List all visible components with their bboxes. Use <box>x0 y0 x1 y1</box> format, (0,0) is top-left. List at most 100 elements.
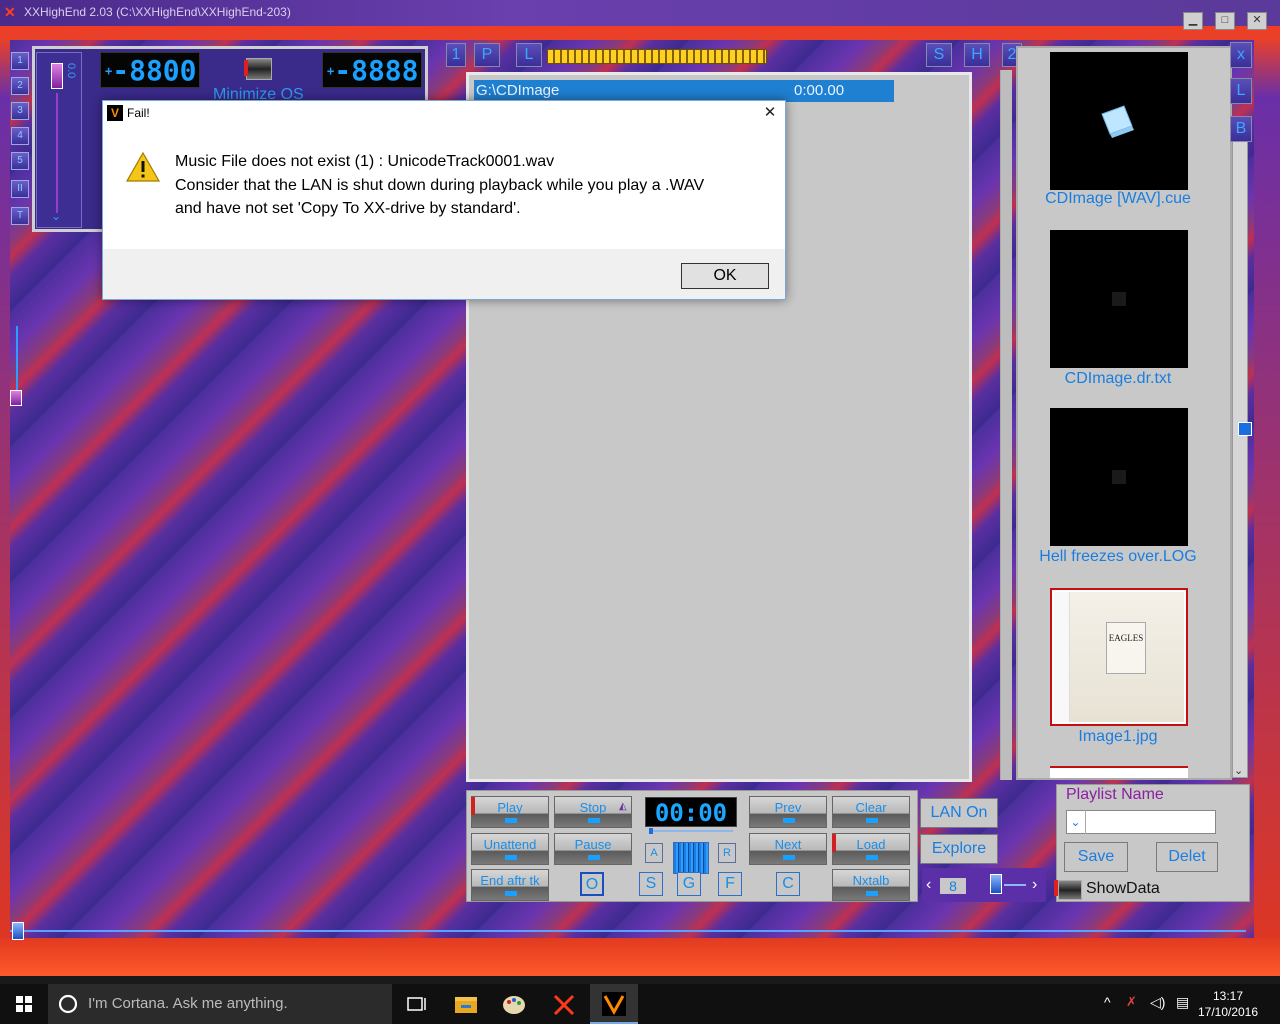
play-button[interactable]: Play <box>471 796 549 828</box>
position-slider-thumb[interactable] <box>12 922 24 940</box>
preset-button-1[interactable]: 1 <box>11 52 29 70</box>
tab-h[interactable]: H <box>964 43 990 67</box>
pause-button[interactable]: Pause <box>554 833 632 865</box>
close-window-button[interactable]: ✕ <box>1247 12 1267 30</box>
side-button-x[interactable]: x <box>1230 42 1252 68</box>
chevron-down-icon[interactable]: ⌄ <box>1066 810 1086 834</box>
bottom-frame <box>0 938 1280 976</box>
dialog-close-icon[interactable]: ✕ <box>759 103 781 123</box>
action-center-icon[interactable]: ▤ <box>1176 994 1189 1011</box>
pause-label: Pause <box>574 837 612 852</box>
playlist-scrollbar[interactable] <box>1000 70 1012 780</box>
chevron-right-icon[interactable]: › <box>1032 876 1037 894</box>
dialog-app-icon: V <box>107 105 123 121</box>
s-button[interactable]: S <box>639 872 663 896</box>
volume-slider[interactable]: 0.0 ⌄ <box>36 52 82 228</box>
unattend-label: Unattend <box>483 837 537 852</box>
page-slider-thumb[interactable] <box>990 874 1002 894</box>
prev-button[interactable]: Prev <box>749 796 827 828</box>
secondary-lcd: +-8888 <box>322 52 422 88</box>
secondary-lcd-digits: -8888 <box>334 54 419 87</box>
side-button-b[interactable]: B <box>1230 116 1252 142</box>
clock-date: 17/10/2016 <box>1197 1005 1259 1019</box>
stop-button[interactable]: Stop ◭ <box>554 796 632 828</box>
side-button-l[interactable]: L <box>1230 78 1252 104</box>
explore-button[interactable]: Explore <box>920 834 998 864</box>
stop-icon <box>588 818 600 823</box>
end-after-track-button[interactable]: End aftr tk <box>471 869 549 901</box>
cover-thumb-dr-txt[interactable] <box>1050 230 1188 368</box>
showdata-switch[interactable] <box>1058 880 1082 900</box>
start-button[interactable] <box>0 984 48 1024</box>
cortana-search-box[interactable]: I'm Cortana. Ask me anything. <box>48 984 392 1024</box>
minimize-os-switch[interactable] <box>246 58 272 80</box>
cover-scrollbar[interactable] <box>1232 126 1248 778</box>
progress-thumb[interactable] <box>649 828 653 834</box>
save-button[interactable]: Save <box>1064 842 1128 872</box>
tab-p[interactable]: P <box>474 43 500 67</box>
cover-thumb-partial[interactable] <box>1050 766 1188 778</box>
stop-label: Stop <box>579 800 607 815</box>
scroll-down-icon[interactable]: ⌄ <box>1234 764 1243 777</box>
xxhighend-icon-2[interactable] <box>590 984 638 1024</box>
ok-button[interactable]: OK <box>681 263 769 289</box>
preset-button-3[interactable]: 3 <box>11 102 29 120</box>
load-button[interactable]: Load <box>832 833 910 865</box>
next-label: Next <box>774 837 802 852</box>
showdata-label: ShowData <box>1086 880 1160 897</box>
tab-l[interactable]: L <box>516 43 542 67</box>
file-explorer-icon[interactable] <box>442 984 490 1024</box>
r-button[interactable]: R <box>718 843 736 863</box>
minimize-window-button[interactable]: ▁ <box>1183 12 1203 30</box>
network-error-icon[interactable]: ✗ <box>1126 994 1137 1010</box>
left-slider-thumb[interactable] <box>10 390 22 406</box>
title-bar[interactable]: ✕ XXHighEnd 2.03 (C:\XXHighEnd\XXHighEnd… <box>0 0 1280 26</box>
preset-button-ii[interactable]: II <box>11 180 29 198</box>
cover-panel[interactable]: CDImage [WAV].cue CDImage.dr.txt Hell fr… <box>1016 46 1232 780</box>
chevron-down-icon[interactable]: ⌄ <box>51 209 61 223</box>
prev-icon <box>783 818 795 823</box>
task-view-icon[interactable] <box>392 984 440 1024</box>
delete-button[interactable]: Delet <box>1156 842 1218 872</box>
maximize-window-button[interactable]: □ <box>1215 12 1235 30</box>
f-button[interactable]: F <box>718 872 742 896</box>
preset-button-2[interactable]: 2 <box>11 77 29 95</box>
tab-s[interactable]: S <box>926 43 952 67</box>
o-button[interactable]: O <box>580 872 604 896</box>
preset-button-t[interactable]: T <box>11 207 29 225</box>
cover-thumb-log[interactable] <box>1050 408 1188 546</box>
playlist-name-label: Playlist Name <box>1066 786 1164 803</box>
paint-icon[interactable] <box>490 984 538 1024</box>
c-button[interactable]: C <box>776 872 800 896</box>
cover-thumb-cue[interactable] <box>1050 52 1188 190</box>
unattend-button[interactable]: Unattend <box>471 833 549 865</box>
lan-on-button[interactable]: LAN On <box>920 798 998 828</box>
minimize-os-indicator <box>244 60 248 76</box>
cortana-icon <box>58 994 78 1014</box>
play-indicator <box>471 797 475 815</box>
a-button[interactable]: A <box>645 843 663 863</box>
taskbar-clock[interactable]: 13:17 17/10/2016 <box>1196 988 1260 1020</box>
play-label: Play <box>497 800 523 815</box>
chevron-up-icon[interactable]: ^ <box>1104 994 1111 1010</box>
volume-icon[interactable]: ◁) <box>1150 994 1165 1011</box>
preset-button-5[interactable]: 5 <box>11 152 29 170</box>
cover-thumb-image1[interactable]: EAGLES <box>1050 588 1188 726</box>
g-button[interactable]: G <box>677 872 701 896</box>
waveform-icon <box>673 842 709 874</box>
clear-icon <box>866 818 878 823</box>
chevron-left-icon[interactable]: ‹ <box>926 876 931 894</box>
volume-slider-thumb[interactable] <box>51 63 63 89</box>
tab-1[interactable]: 1 <box>446 43 466 67</box>
xxhighend-icon-1[interactable] <box>540 984 588 1024</box>
clock-time: 13:17 <box>1212 989 1244 1003</box>
cover-scrollbar-thumb[interactable] <box>1238 422 1252 436</box>
next-button[interactable]: Next <box>749 833 827 865</box>
playlist-row[interactable]: G:\CDImage 0:00.00 <box>474 80 894 102</box>
clear-button[interactable]: Clear <box>832 796 910 828</box>
error-dialog: V Fail! ✕ Music File does not exist (1) … <box>102 100 786 300</box>
next-album-button[interactable]: Nxtalb <box>832 869 910 901</box>
page-slider-track <box>1004 884 1026 886</box>
preset-button-4[interactable]: 4 <box>11 127 29 145</box>
playlist-name-input[interactable] <box>1066 810 1216 834</box>
